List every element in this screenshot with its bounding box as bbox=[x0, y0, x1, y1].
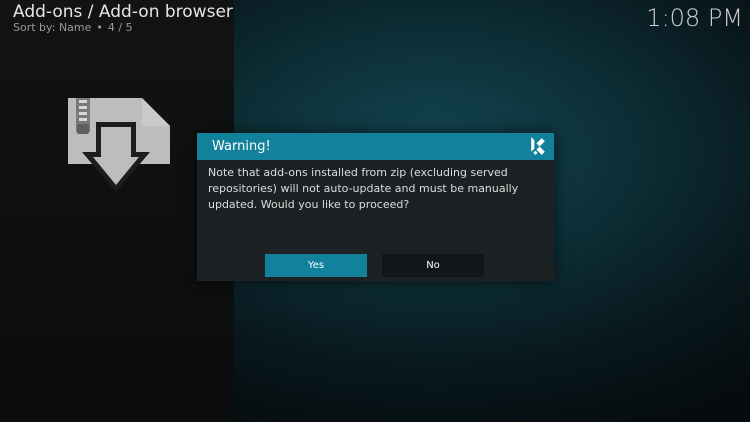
warning-dialog: Warning! Note that add-ons installed fro… bbox=[197, 133, 554, 281]
dialog-header: Warning! bbox=[197, 133, 554, 160]
clock: 1:08 PM bbox=[646, 4, 743, 32]
sort-info: Sort by: Name • 4 / 5 bbox=[13, 21, 133, 35]
yes-button[interactable]: Yes bbox=[265, 254, 367, 277]
no-button[interactable]: No bbox=[382, 254, 484, 277]
sort-label: Sort by: Name bbox=[13, 21, 92, 34]
page-title: Add-ons / Add-on browser bbox=[13, 2, 233, 22]
item-position: 4 / 5 bbox=[107, 21, 133, 34]
separator-dot: • bbox=[96, 21, 103, 34]
dialog-message: Note that add-ons installed from zip (ex… bbox=[208, 166, 519, 211]
kodi-screen: Add-ons / Add-on browser Sort by: Name • 4… bbox=[0, 0, 750, 422]
dialog-title: Warning! bbox=[212, 139, 271, 154]
kodi-logo-icon bbox=[531, 137, 545, 155]
zip-install-icon bbox=[68, 98, 170, 192]
